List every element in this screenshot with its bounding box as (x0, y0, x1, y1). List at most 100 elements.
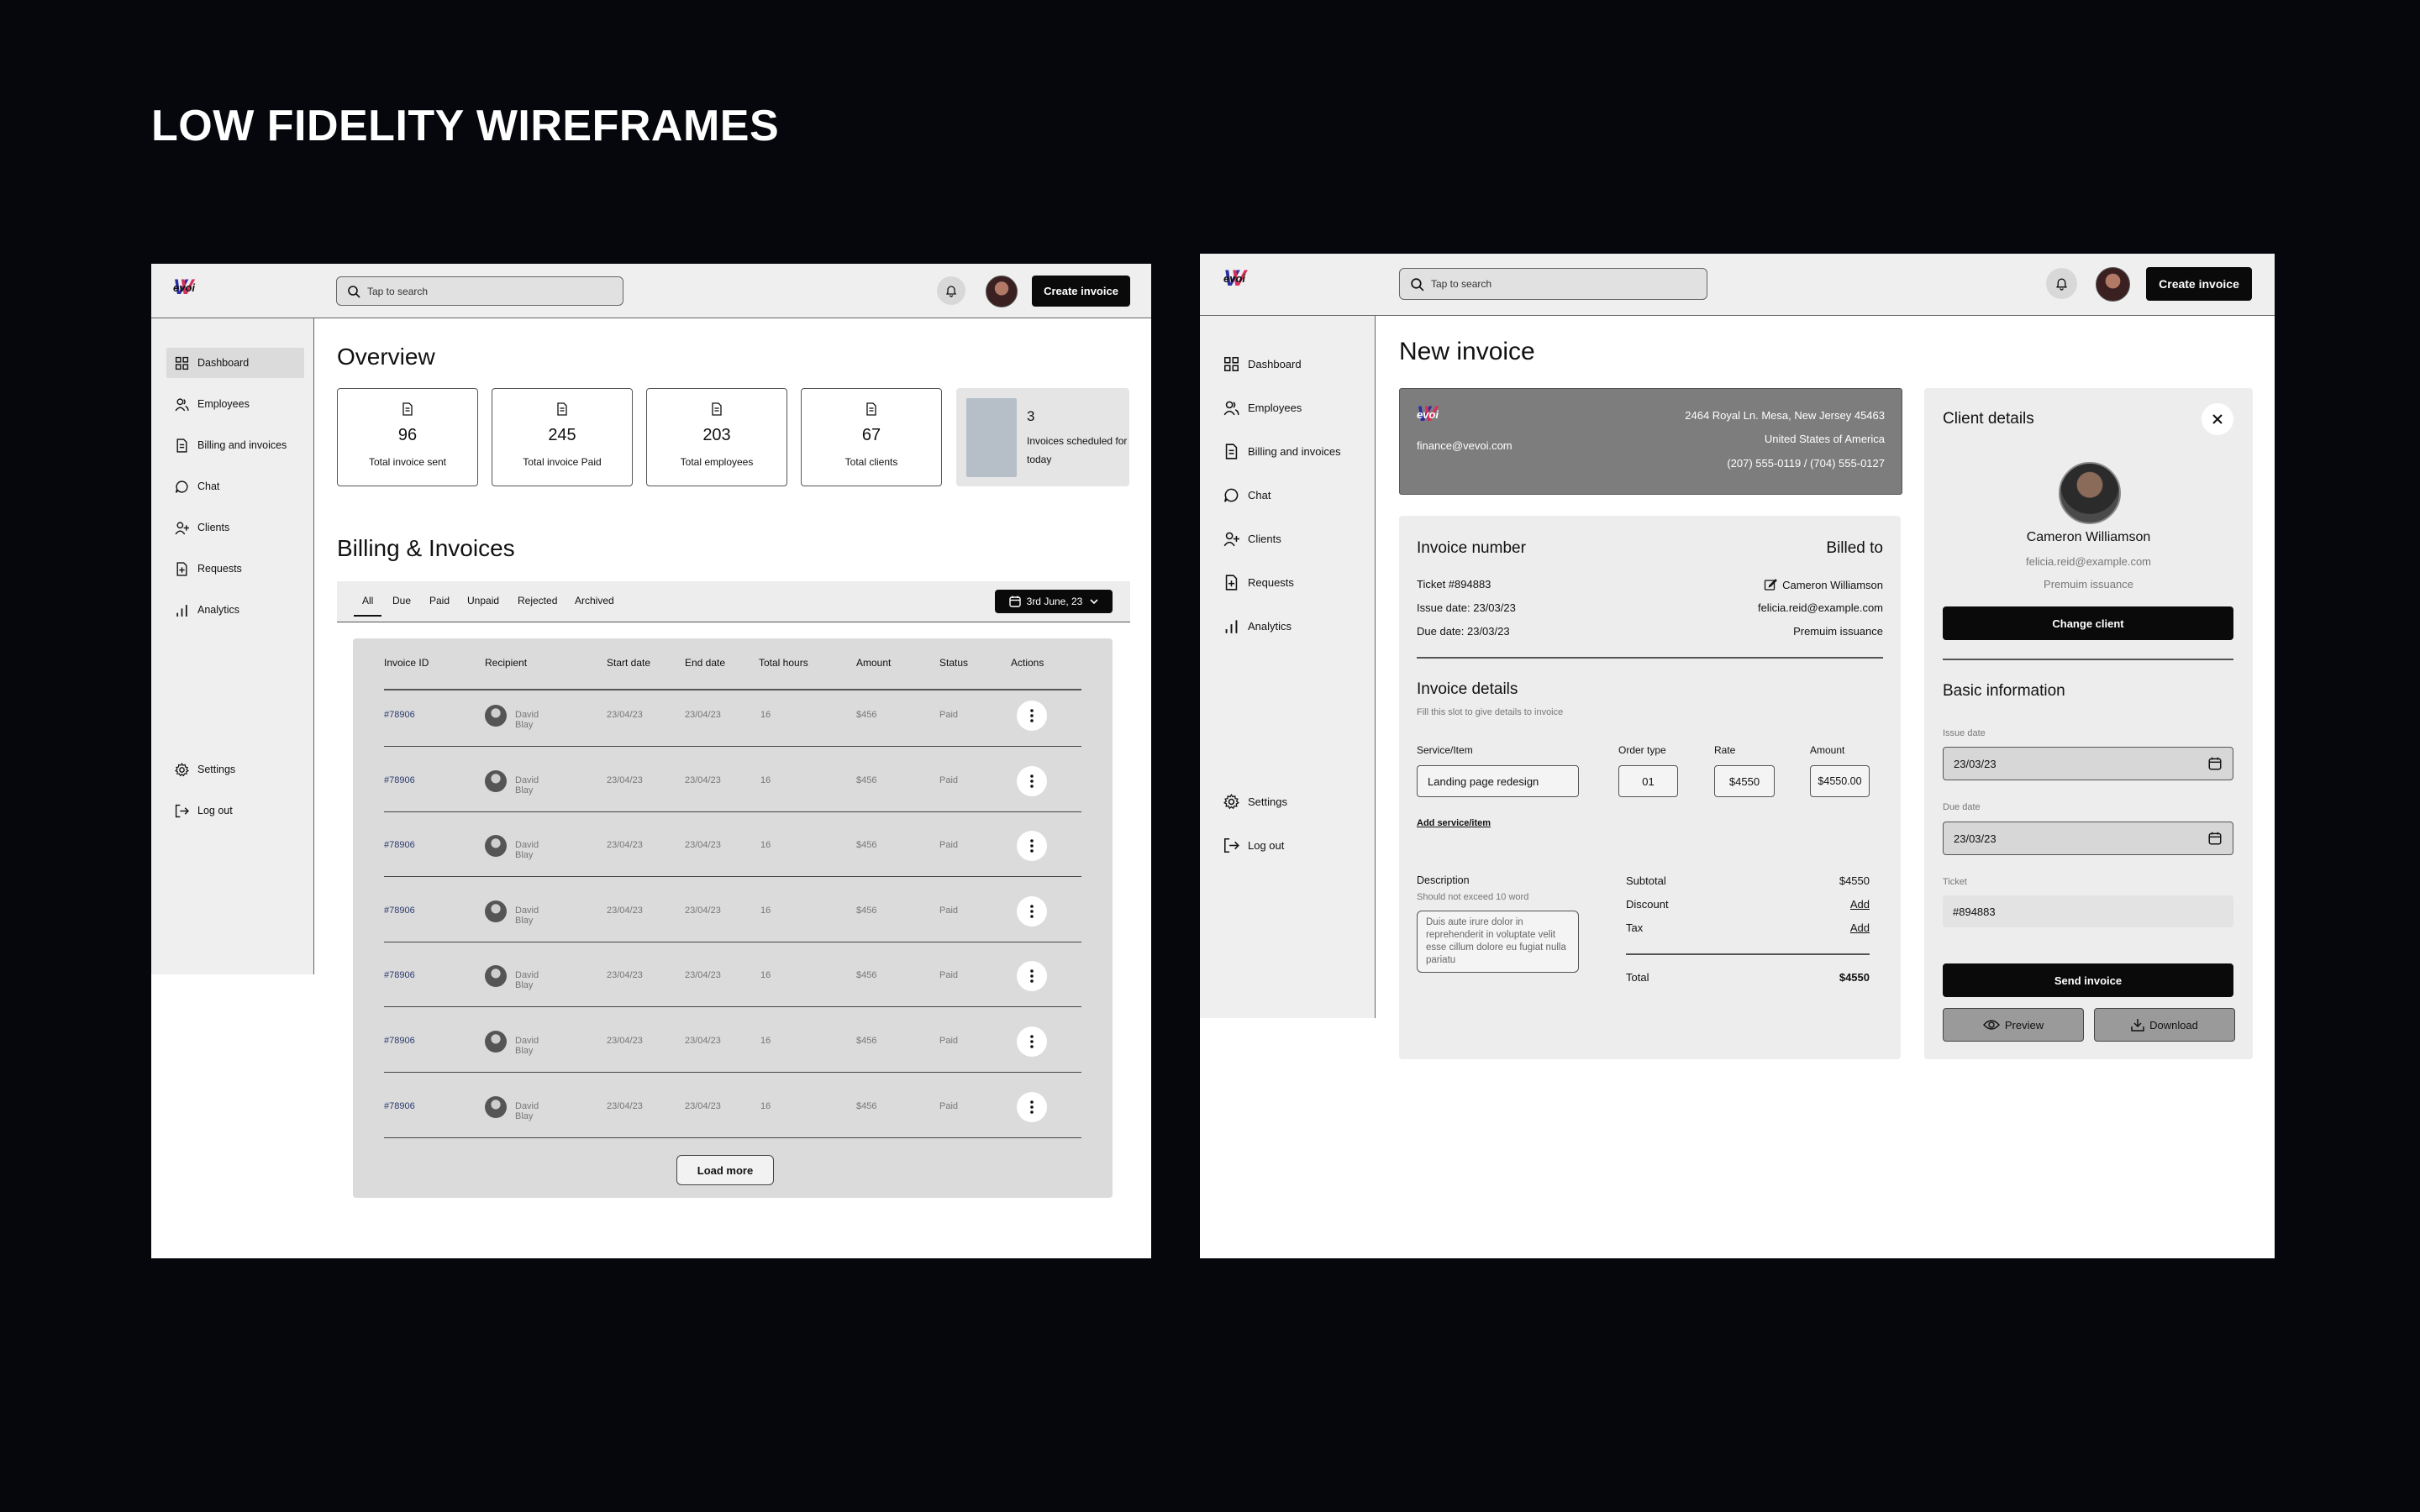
sidebar-item-settings[interactable]: Settings (1215, 785, 1366, 817)
notifications-button[interactable] (2046, 268, 2077, 299)
tab-archived[interactable]: Archived (575, 595, 614, 606)
create-invoice-button[interactable]: Create invoice (1032, 276, 1130, 307)
sidebar-item-logout[interactable]: Log out (166, 795, 304, 826)
add-tax-link[interactable]: Add (1850, 921, 1870, 934)
add-discount-link[interactable]: Add (1850, 898, 1870, 911)
row-actions-button[interactable] (1017, 1026, 1047, 1057)
user-avatar[interactable] (986, 276, 1018, 307)
sidebar-item-billing[interactable]: Billing and invoices (166, 430, 304, 460)
stat-card[interactable]: 245 Total invoice Paid (492, 388, 633, 486)
cell-recipient: David Blay (515, 1100, 539, 1121)
cell-end: 23/04/23 (685, 970, 721, 981)
cell-id[interactable]: #78906 (384, 710, 415, 720)
cell-start: 23/04/23 (607, 840, 643, 851)
due-date-label: Due date (1943, 802, 1981, 812)
client-plan: Premuim issuance (2044, 578, 2133, 591)
description-textarea[interactable]: Duis aute irure dolor in reprehenderit i… (1417, 911, 1579, 973)
tab-due[interactable]: Due (392, 595, 411, 606)
rate-input[interactable]: $4550 (1714, 765, 1775, 797)
row-actions-button[interactable] (1017, 831, 1047, 862)
tab-paid[interactable]: Paid (429, 595, 450, 606)
sidebar-item-billing[interactable]: Billing and invoices (1215, 435, 1366, 467)
order-type-input[interactable]: 01 (1618, 765, 1678, 797)
row-actions-button[interactable] (1017, 961, 1047, 992)
sidebar-item-dashboard[interactable]: Dashboard (1215, 348, 1366, 380)
add-service-link[interactable]: Add service/item (1417, 818, 1491, 828)
cell-hours: 16 (760, 970, 771, 981)
sidebar-item-clients[interactable]: Clients (166, 512, 304, 543)
sidebar-item-chat[interactable]: Chat (166, 471, 304, 501)
user-plus-icon (1223, 532, 1239, 546)
cell-id[interactable]: #78906 (384, 1101, 415, 1111)
recipient-avatar (485, 900, 507, 922)
scheduled-invoices-card[interactable]: 3 Invoices scheduled for today (956, 388, 1129, 486)
company-phones: (207) 555-0119 / (704) 555-0127 (1727, 457, 1885, 470)
send-invoice-button[interactable]: Send invoice (1943, 963, 2233, 997)
logo[interactable]: V Vevoi (173, 276, 195, 300)
notifications-button[interactable] (937, 276, 965, 305)
cell-id[interactable]: #78906 (384, 775, 415, 785)
row-actions-button[interactable] (1017, 1091, 1047, 1122)
sidebar-item-requests[interactable]: Requests (166, 554, 304, 584)
rate-label: Rate (1714, 744, 1736, 756)
stat-card[interactable]: 203 Total employees (646, 388, 787, 486)
invoice-number-heading: Invoice number (1417, 539, 1526, 557)
create-invoice-button[interactable]: Create invoice (2146, 267, 2252, 301)
preview-button[interactable]: Preview (1943, 1008, 2084, 1042)
tab-unpaid[interactable]: Unpaid (467, 595, 499, 606)
load-more-button[interactable]: Load more (676, 1155, 774, 1185)
service-input[interactable]: Landing page redesign (1417, 765, 1579, 797)
invoice-logo: V Vevoi (1417, 402, 1439, 426)
cell-start: 23/04/23 (607, 970, 643, 981)
search-input[interactable]: Tap to search (1399, 268, 1707, 300)
sidebar-item-settings[interactable]: Settings (166, 754, 304, 785)
more-vertical-icon (1030, 1035, 1034, 1048)
row-actions-button[interactable] (1017, 701, 1047, 731)
cell-id[interactable]: #78906 (384, 906, 415, 916)
sidebar-item-analytics[interactable]: Analytics (166, 595, 304, 625)
cell-id[interactable]: #78906 (384, 840, 415, 850)
sidebar-item-requests[interactable]: Requests (1215, 566, 1366, 598)
change-client-button[interactable]: Change client (1943, 606, 2233, 640)
sidebar-item-chat[interactable]: Chat (1215, 479, 1366, 511)
billed-client-name[interactable]: Cameron Williamson (1764, 578, 1883, 591)
stat-card[interactable]: 96 Total invoice sent (337, 388, 478, 486)
tab-all[interactable]: All (354, 595, 382, 617)
edit-icon[interactable] (1764, 578, 1777, 591)
ticket-field[interactable]: #894883 (1943, 895, 2233, 927)
issue-date-field[interactable]: 23/03/23 (1943, 747, 2233, 780)
calendar-icon[interactable] (2207, 756, 2223, 771)
sidebar-item-clients[interactable]: Clients (1215, 522, 1366, 554)
cell-end: 23/04/23 (685, 905, 721, 916)
description-label: Description (1417, 874, 1470, 886)
users-icon (175, 397, 189, 411)
search-input[interactable]: Tap to search (336, 276, 623, 306)
stat-card[interactable]: 67 Total clients (801, 388, 942, 486)
row-actions-button[interactable] (1017, 765, 1047, 796)
tab-rejected[interactable]: Rejected (518, 595, 557, 606)
date-filter[interactable]: 3rd June, 23 (995, 590, 1113, 613)
amount-input[interactable]: $4550.00 (1810, 765, 1870, 797)
close-button[interactable] (2202, 403, 2233, 435)
sidebar-item-employees[interactable]: Employees (166, 389, 304, 419)
due-date-field[interactable]: 23/03/23 (1943, 822, 2233, 855)
cell-hours: 16 (760, 1036, 771, 1046)
sidebar-item-logout[interactable]: Log out (1215, 829, 1366, 861)
cell-id[interactable]: #78906 (384, 970, 415, 980)
cell-id[interactable]: #78906 (384, 1036, 415, 1046)
company-address-line2: United States of America (1764, 433, 1885, 445)
sidebar-item-employees[interactable]: Employees (1215, 391, 1366, 423)
stat-value: 96 (397, 426, 418, 444)
user-avatar[interactable] (2096, 267, 2130, 302)
download-icon (2131, 1019, 2144, 1032)
logo[interactable]: V Vevoi (1223, 265, 1246, 291)
calendar-icon[interactable] (2207, 831, 2223, 846)
sidebar-item-dashboard[interactable]: Dashboard (166, 348, 304, 378)
sidebar-item-label: Requests (197, 563, 242, 575)
billed-to-heading: Billed to (1826, 539, 1883, 557)
row-actions-button[interactable] (1017, 895, 1047, 927)
sidebar-item-label: Requests (1248, 575, 1294, 589)
download-button[interactable]: Download (2094, 1008, 2235, 1042)
sidebar-item-analytics[interactable]: Analytics (1215, 610, 1366, 642)
row-divider (384, 1137, 1081, 1138)
